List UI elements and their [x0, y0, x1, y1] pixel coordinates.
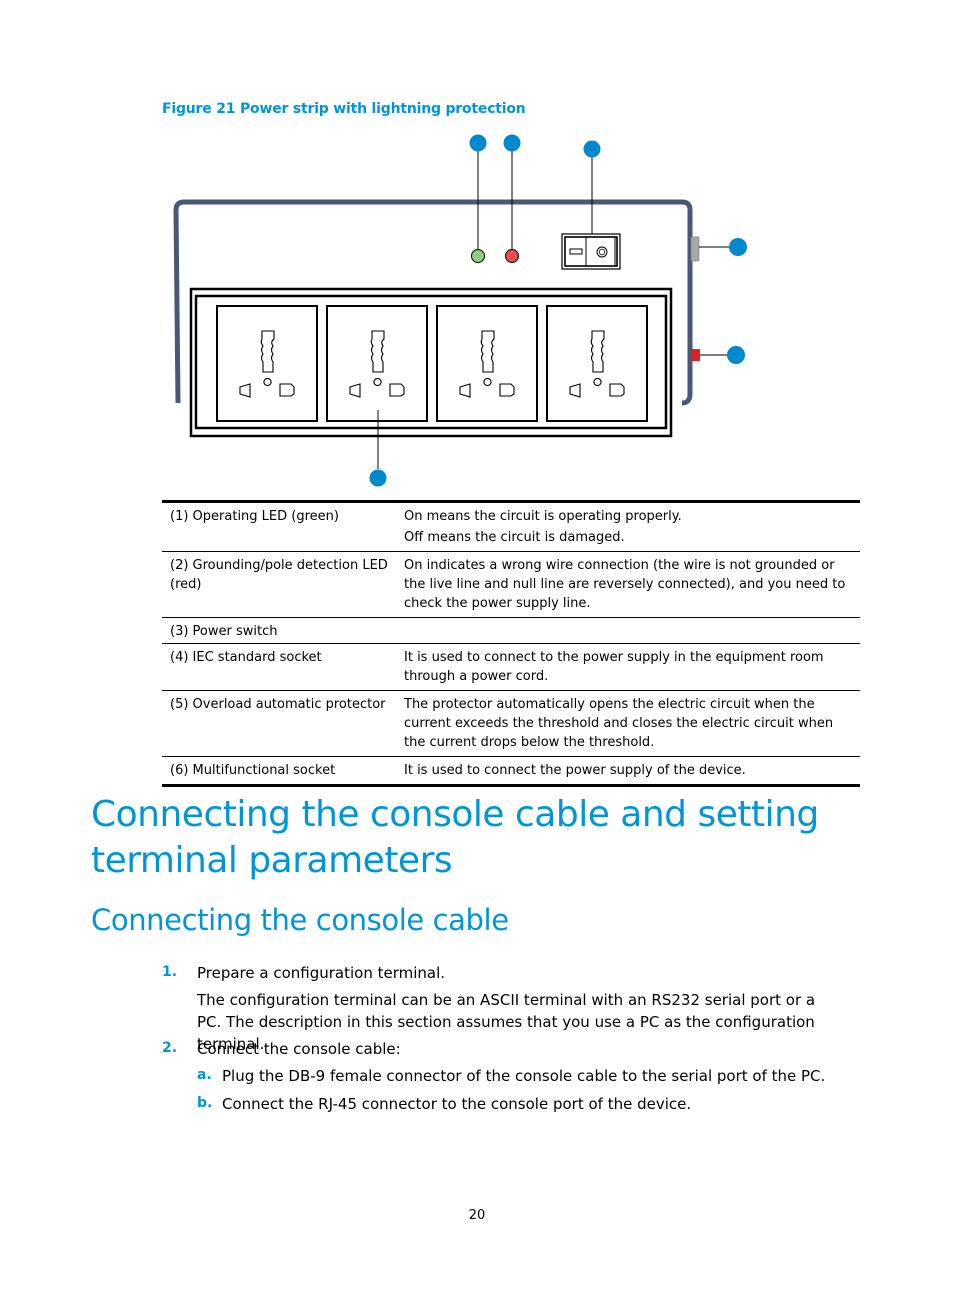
grounding-led-red — [505, 249, 519, 263]
callout-5 — [727, 346, 745, 364]
legend-row: (1) Operating LED (green) On means the ci… — [162, 501, 860, 552]
substep-b-number: b. — [197, 1095, 213, 1111]
callout-2 — [503, 134, 521, 152]
legend-item-name: (2) Grounding/pole detection LED (red) — [162, 551, 396, 618]
legend-item-description: It is used to connect to the power suppl… — [396, 643, 860, 691]
figure-title: Figure 21 Power strip with lightning pro… — [162, 101, 526, 117]
substep-a-number: a. — [197, 1067, 212, 1083]
legend-item-name: (6) Multifunctional socket — [170, 763, 336, 778]
step-1-number: 1. — [162, 964, 178, 980]
callout-4 — [729, 238, 747, 256]
page-number: 20 — [468, 1208, 486, 1223]
multifunctional-socket — [216, 305, 318, 422]
step-2-text: Connect the console cable: — [197, 1040, 401, 1058]
multifunctional-socket — [546, 305, 648, 422]
legend-item-description: On means the circuit is operating proper… — [396, 501, 860, 552]
step-2-number: 2. — [162, 1040, 178, 1056]
legend-row: (5) Overload automatic protector The prot… — [162, 690, 860, 757]
legend-item-name: (5) Overload automatic protector — [162, 690, 396, 757]
callout-3 — [583, 140, 601, 158]
callout-6 — [369, 469, 387, 487]
operating-led-green — [471, 249, 485, 263]
legend-item-description — [396, 617, 860, 644]
legend-item-name: (4) IEC standard socket — [162, 643, 396, 691]
iec-socket-shape — [690, 236, 700, 262]
overload-protector-shape — [691, 349, 700, 361]
callout-1 — [469, 134, 487, 152]
legend-item-name: (3) Power switch — [162, 617, 396, 644]
legend-item-description: It is used to connect the power supply o… — [404, 763, 746, 778]
legend-row: (2) Grounding/pole detection LED (red) On… — [162, 551, 860, 618]
legend-row: (6) Multifunctional socket It is used to … — [162, 757, 860, 786]
step-1-text: Prepare a configuration terminal. — [197, 964, 446, 982]
heading-1: Connecting the console cable and setting… — [91, 794, 819, 881]
power-switch-shape — [561, 233, 621, 270]
legend-item-description: On indicates a wrong wire connection (th… — [396, 551, 860, 618]
power-strip-figure — [173, 134, 747, 487]
legend-table: (1) Operating LED (green) On means the ci… — [162, 500, 860, 787]
legend-item-description: The protector automatically opens the el… — [396, 690, 860, 757]
heading-2: Connecting the console cable — [91, 903, 509, 937]
multifunctional-socket — [436, 305, 538, 422]
substep-b-text: Connect the RJ-45 connector to the conso… — [222, 1095, 692, 1113]
legend-row: (3) Power switch — [162, 617, 860, 644]
multifunctional-socket — [326, 305, 428, 422]
substep-a-text: Plug the DB-9 female connector of the co… — [222, 1067, 826, 1085]
legend-row: (4) IEC standard socket It is used to con… — [162, 643, 860, 691]
legend-item-name: (1) Operating LED (green) — [162, 501, 396, 552]
